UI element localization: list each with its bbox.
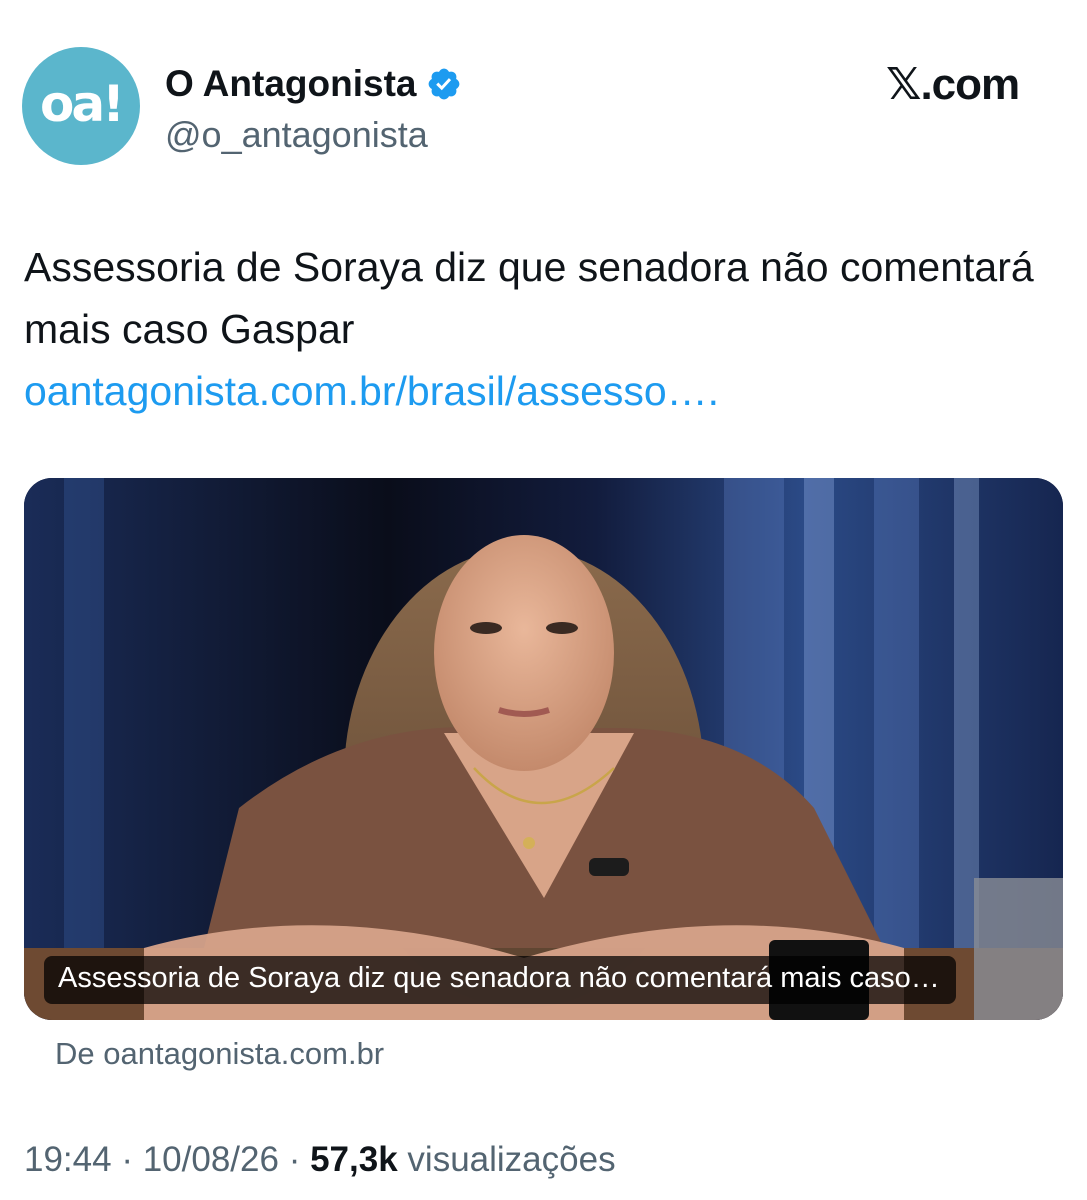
avatar[interactable]: oa! [22,47,140,165]
author-handle[interactable]: @o_antagonista [165,113,428,157]
views-count: 57,3k [310,1140,398,1179]
views-label: visualizações [407,1140,616,1179]
separator-dot: · [121,1140,133,1179]
tweet-link[interactable]: oantagonista.com.br/brasil/assesso…. [24,368,719,414]
preview-photo [24,478,1063,1020]
author-name-text: O Antagonista [165,63,417,104]
avatar-logo-text: oa! [40,75,125,133]
x-com-logo: 𝕏.com [886,60,1020,109]
verified-badge-icon [429,68,460,100]
tweet-time[interactable]: 19:44 [24,1140,112,1179]
separator-dot: · [288,1140,301,1179]
link-preview-card[interactable]: Assessoria de Soraya diz que senadora nã… [24,478,1063,1020]
author-name[interactable]: O Antagonista [165,62,462,106]
tweet-text: Assessoria de Soraya diz que senadora nã… [24,236,1064,422]
tweet-date[interactable]: 10/08/26 [143,1140,279,1179]
tweet-body-text: Assessoria de Soraya diz que senadora nã… [24,244,1034,352]
preview-caption: Assessoria de Soraya diz que senadora nã… [44,956,956,1004]
card-source-domain[interactable]: De oantagonista.com.br [55,1034,384,1074]
tweet-metadata: 19:44 · 10/08/26 · 57,3k visualizações [24,1138,616,1182]
